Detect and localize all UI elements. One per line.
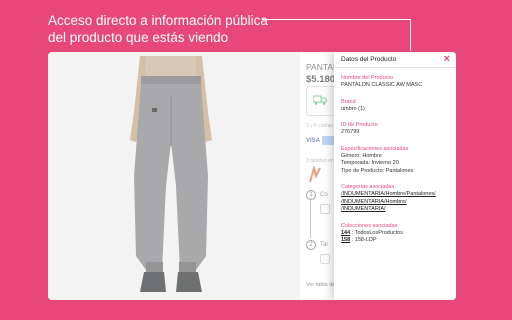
browser-card: PANTALON $5.180 3 y 6 cuotas VISA 3 qued… (48, 52, 456, 300)
categories-section: Categorías asociadas /INDUMENTARIA/Hombr… (341, 183, 449, 214)
panel-header: Datos del Producto × (334, 52, 456, 68)
specs-label: Especificaciones asociadas (341, 145, 409, 152)
product-id-section: ID de Producto 276799 (341, 121, 449, 137)
collection-id-link[interactable]: 158 (341, 237, 350, 243)
steps-line (310, 198, 311, 238)
product-id-value: 276799 (341, 129, 360, 135)
category-link[interactable]: /INDUMENTARIA/Hombre/Pantalones/ (341, 191, 449, 199)
product-data-panel: Datos del Producto × Nombre del Producto… (334, 52, 456, 300)
headline: Acceso directo a información pública del… (48, 12, 268, 46)
product-name-section: Nombre del Producto PANTALON CLASSIC AW … (341, 74, 449, 90)
visa-logo: VISA (306, 138, 321, 144)
step-1: 1 (306, 190, 316, 200)
installments-text: 3 y 6 cuotas (306, 123, 333, 129)
product-name-label: Nombre del Producto (341, 75, 393, 81)
brand-logo-icon (309, 166, 321, 183)
step-1-label: Co (320, 192, 328, 198)
collections-label: Colecciones asociadas (341, 222, 398, 229)
step-2-label: Tal (320, 242, 328, 248)
size-option[interactable] (320, 254, 330, 264)
product-price: $5.180 (306, 74, 336, 85)
categories-label: Categorías asociadas (341, 184, 395, 190)
spec-item: Temporada: Invierno 20 (341, 160, 399, 166)
headline-line-2: del producto que estás viendo (48, 30, 229, 45)
category-link[interactable]: /INDUMENTARIA/ (341, 206, 449, 214)
collection-row: 144 : TodosLosProductos (341, 230, 449, 238)
spec-item: Tipo de Producto: Pantalones (341, 167, 414, 174)
size-guide-link[interactable]: Ver tabla de (306, 282, 335, 288)
connector-line (262, 19, 411, 20)
close-button[interactable]: × (444, 53, 450, 65)
panel-title: Datos del Producto (341, 56, 397, 63)
truck-icon (313, 95, 327, 105)
headline-line-1: Acceso directo a información pública (48, 13, 268, 28)
product-photo[interactable] (48, 52, 300, 300)
step-2: 2 (306, 240, 316, 250)
color-swatch[interactable] (320, 204, 330, 214)
specs-section: Especificaciones asociadas Género: Hombr… (341, 145, 449, 176)
product-id-label: ID de Producto (341, 122, 378, 128)
spec-item: Género: Hombre (341, 152, 382, 159)
collection-name: TodosLosProductos (354, 229, 403, 236)
connector-line-vertical (410, 19, 411, 51)
brand-value: umbro (1) (341, 105, 365, 112)
category-link[interactable]: /INDUMENTARIA/Hombre/ (341, 199, 449, 207)
collection-id-link[interactable]: 144 (341, 230, 350, 236)
panel-body: Nombre del Producto PANTALON CLASSIC AW … (334, 68, 456, 245)
product-model-image (130, 56, 212, 292)
product-name-value: PANTALON CLASSIC AW MASC (341, 82, 423, 88)
brand-label: Brand (341, 98, 356, 105)
brand-section: Brand umbro (1) (341, 98, 449, 114)
collections-section: Colecciones asociadas 144 : TodosLosProd… (341, 222, 449, 245)
collection-name: 158-LDP (354, 237, 377, 243)
collection-row: 158 : 158-LDP (341, 237, 449, 245)
